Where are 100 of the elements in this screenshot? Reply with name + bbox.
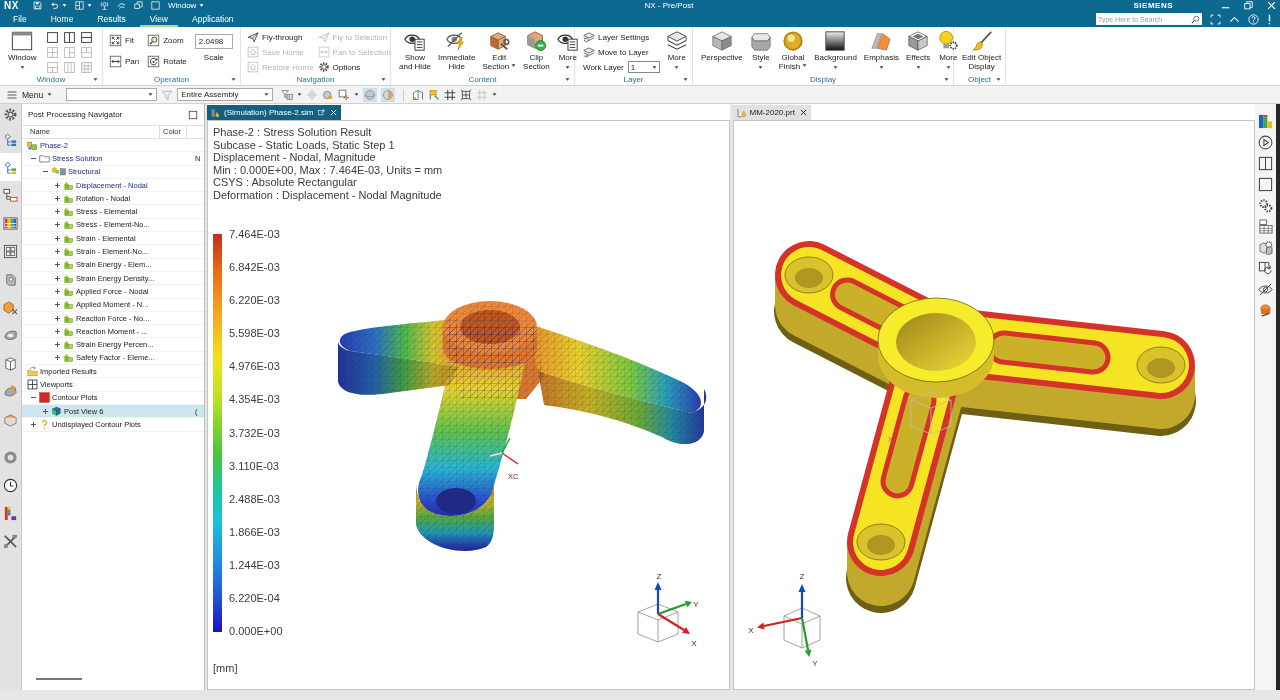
menu-tab[interactable]: Application [182, 11, 244, 27]
ribbon-button[interactable]: Perspective [699, 27, 745, 63]
ribbon-button[interactable]: Immediate Hide [436, 27, 478, 71]
horizontal-scrollbar[interactable] [36, 678, 82, 680]
expand-toggle[interactable] [54, 261, 61, 269]
ribbon-button[interactable]: Fly-through [247, 30, 314, 44]
fullscreen-icon[interactable] [1210, 13, 1221, 25]
expand-toggle[interactable] [54, 194, 61, 202]
expand-toggle[interactable] [30, 420, 37, 428]
view-layout-icon[interactable] [46, 31, 60, 44]
caret-icon[interactable] [683, 78, 688, 81]
caret-icon[interactable] [61, 4, 67, 7]
gear-icon[interactable] [3, 107, 18, 122]
play-circle-icon[interactable] [1258, 135, 1273, 150]
expand-toggle[interactable] [54, 341, 61, 349]
ribbon-button[interactable]: Edit Section [480, 27, 519, 71]
flag-icon[interactable] [428, 88, 441, 101]
single-frame-icon[interactable] [1258, 177, 1273, 192]
menu-tab[interactable]: File [3, 11, 37, 27]
ribbon-button[interactable]: Fit [109, 33, 140, 47]
ribbon-button[interactable]: Rotate [147, 54, 187, 68]
ribbon-button[interactable]: Emphasis [861, 27, 901, 69]
sphere-dot-icon[interactable] [322, 88, 335, 101]
ribbon-button[interactable]: Layer Settings [583, 30, 660, 44]
ribbon-button[interactable]: Effects [903, 27, 933, 69]
search-icon[interactable] [1191, 14, 1200, 24]
ribbon-button[interactable]: Move to Layer [583, 45, 660, 59]
menu-button[interactable]: Menu [4, 88, 55, 101]
expand-toggle[interactable] [54, 248, 61, 255]
caret-icon[interactable] [86, 4, 92, 7]
ribbon-button[interactable]: Show and Hide [397, 27, 434, 71]
caret-icon[interactable] [492, 93, 498, 96]
menu-tab[interactable]: Results [87, 11, 136, 27]
scale-field[interactable]: 2.0498 [194, 34, 233, 49]
expand-toggle[interactable] [42, 407, 49, 415]
cubes-gear-icon[interactable] [1258, 240, 1273, 255]
expand-toggle[interactable] [54, 301, 61, 309]
ribbon-button[interactable]: Options [317, 60, 391, 74]
view-layout-icon[interactable] [63, 31, 77, 44]
stacked-windows-icon[interactable] [133, 1, 143, 10]
window-outline-icon[interactable] [150, 1, 160, 10]
split-window-icon[interactable] [74, 1, 84, 10]
ribbon-button[interactable]: More [663, 27, 690, 69]
ribbon-button[interactable]: Global Finish [776, 27, 810, 71]
ribbon-button[interactable]: Zoom [147, 33, 187, 47]
square-point-icon[interactable] [338, 88, 351, 101]
form-table-icon[interactable] [1258, 219, 1273, 234]
view-layout-icon[interactable] [80, 31, 94, 44]
menu-tab[interactable]: Home [40, 11, 84, 27]
ribbon-button[interactable]: Clip Section [521, 27, 552, 71]
document-tab[interactable]: (Simulation) Phase-2.sim [207, 105, 342, 120]
toggle-button[interactable] [381, 87, 396, 102]
ribbon-button[interactable]: Style [747, 27, 774, 69]
expand-toggle[interactable] [54, 208, 61, 216]
split-frame-icon[interactable] [1258, 156, 1273, 171]
expand-toggle[interactable] [54, 314, 61, 322]
caret-icon[interactable] [996, 78, 1001, 81]
caret-icon[interactable] [199, 4, 205, 7]
eye-slash-icon[interactable] [1258, 282, 1273, 297]
restore-icon[interactable] [1244, 1, 1253, 10]
antenna-icon[interactable] [99, 1, 109, 10]
caret-icon[interactable] [354, 93, 360, 96]
close-icon[interactable] [799, 109, 807, 116]
caret-icon[interactable] [944, 78, 949, 81]
help-icon[interactable] [1248, 13, 1259, 25]
part-wrench-icon[interactable] [1258, 303, 1273, 318]
expand-toggle[interactable] [54, 354, 61, 362]
ribbon-button[interactable]: Background [812, 27, 859, 69]
contour-blocks-icon[interactable] [1258, 114, 1273, 129]
pop-out-icon[interactable] [318, 109, 326, 116]
window-menu[interactable]: Window [167, 0, 197, 11]
folder-point-icon[interactable] [412, 88, 425, 101]
floppy-icon[interactable] [32, 1, 42, 10]
scope-dropdown[interactable]: Entire Assembly [177, 88, 274, 101]
caret-icon[interactable] [93, 78, 98, 81]
caret-icon[interactable] [231, 78, 236, 81]
ribbon-button[interactable]: Edit Object Display [960, 27, 1004, 71]
swirl-icon[interactable] [116, 1, 126, 10]
expand-toggle[interactable] [54, 287, 61, 295]
work-layer-dropdown[interactable]: 1 [627, 61, 660, 73]
expand-toggle[interactable] [54, 327, 61, 335]
undo-icon[interactable] [49, 1, 59, 10]
expand-toggle[interactable] [54, 221, 61, 229]
caret-icon[interactable] [297, 93, 303, 96]
ribbon-button[interactable]: Window [6, 27, 39, 69]
funnel-table-icon[interactable] [281, 88, 294, 101]
exclamation-icon[interactable] [1267, 13, 1272, 25]
ribbon-button[interactable]: Pan [109, 54, 140, 68]
expand-toggle[interactable] [54, 234, 61, 242]
frames-refresh-icon[interactable] [1258, 261, 1273, 276]
caret-icon[interactable] [565, 78, 570, 81]
ribbon-button[interactable]: More [554, 27, 581, 69]
gear-cluster-icon[interactable] [1258, 198, 1273, 213]
ribbon-button[interactable]: More [935, 27, 962, 69]
caret-icon[interactable] [381, 78, 386, 81]
document-tab[interactable]: MM-2020.prt [732, 105, 811, 120]
maximize-icon[interactable] [188, 109, 198, 120]
expand-toggle[interactable] [54, 274, 61, 282]
expand-toggle[interactable] [54, 181, 61, 189]
hash-grid-icon[interactable] [444, 88, 457, 101]
